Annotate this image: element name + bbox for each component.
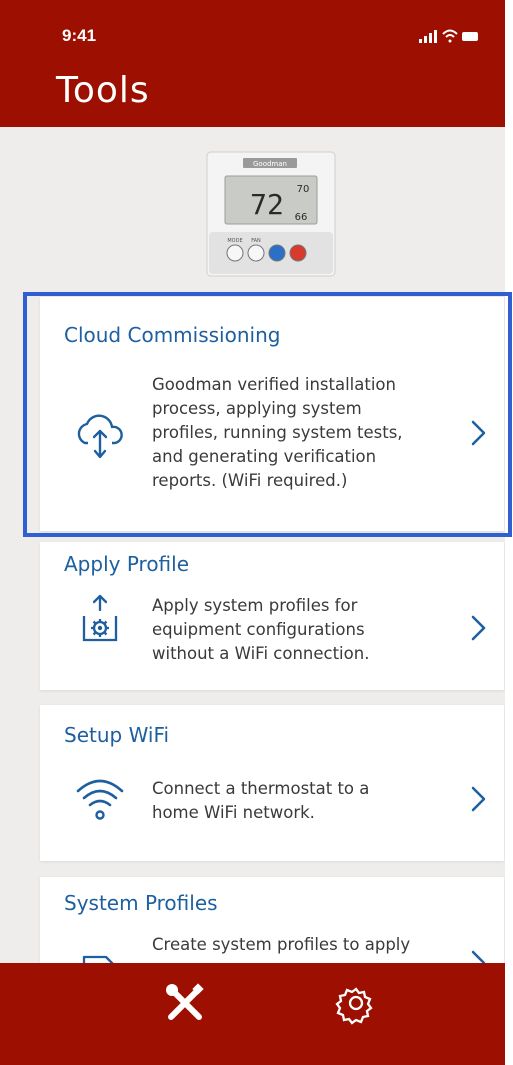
card-title: Setup WiFi bbox=[64, 723, 170, 747]
chevron-right-icon bbox=[471, 786, 486, 812]
settings-gear-icon[interactable] bbox=[326, 973, 386, 1033]
card-description: Apply system profiles for equipment conf… bbox=[152, 596, 370, 663]
card-description: Goodman verified installation process, a… bbox=[152, 375, 403, 490]
battery-icon bbox=[462, 32, 478, 41]
card-title: Cloud Commissioning bbox=[64, 323, 281, 347]
device-brand: Goodman bbox=[253, 160, 287, 168]
thermostat-image: Goodman 72 70 66 MODE FAN bbox=[206, 151, 336, 277]
status-icons bbox=[419, 29, 478, 43]
header: 9:41 Tools bbox=[0, 0, 505, 127]
device-set-high: 70 bbox=[297, 184, 310, 195]
wifi-icon bbox=[76, 779, 124, 820]
device-display-value: 72 bbox=[250, 188, 284, 221]
page-title: Tools bbox=[56, 70, 150, 111]
card-title: Apply Profile bbox=[64, 552, 190, 576]
card-title: System Profiles bbox=[64, 891, 218, 915]
cellular-signal-icon bbox=[419, 30, 437, 43]
setup-wifi-card[interactable]: Setup WiFi Connect a thermostat to a hom… bbox=[40, 705, 504, 861]
bottom-tab-bar bbox=[0, 963, 505, 1065]
status-time: 9:41 bbox=[62, 26, 97, 45]
apply-profile-card[interactable]: Apply Profile Apply system profiles for … bbox=[40, 542, 504, 690]
profile-gear-upload-icon bbox=[82, 594, 118, 642]
chevron-right-icon bbox=[471, 420, 486, 446]
tools-icon[interactable] bbox=[155, 973, 215, 1033]
device-fan-label: FAN bbox=[251, 238, 261, 244]
cloud-upload-icon bbox=[77, 414, 123, 459]
cloud-commissioning-card[interactable]: Cloud Commissioning Goodman verified ins… bbox=[40, 297, 504, 531]
app-screen: 9:41 Tools Goodman 72 70 66 MODE FAN Clo… bbox=[0, 0, 505, 1065]
wifi-status-icon bbox=[442, 29, 458, 43]
card-description: Create system profiles to apply bbox=[152, 935, 411, 954]
chevron-right-icon bbox=[471, 615, 486, 641]
device-mode-label: MODE bbox=[227, 238, 242, 244]
device-set-low: 66 bbox=[295, 212, 308, 223]
card-description: Connect a thermostat to a home WiFi netw… bbox=[152, 779, 370, 822]
